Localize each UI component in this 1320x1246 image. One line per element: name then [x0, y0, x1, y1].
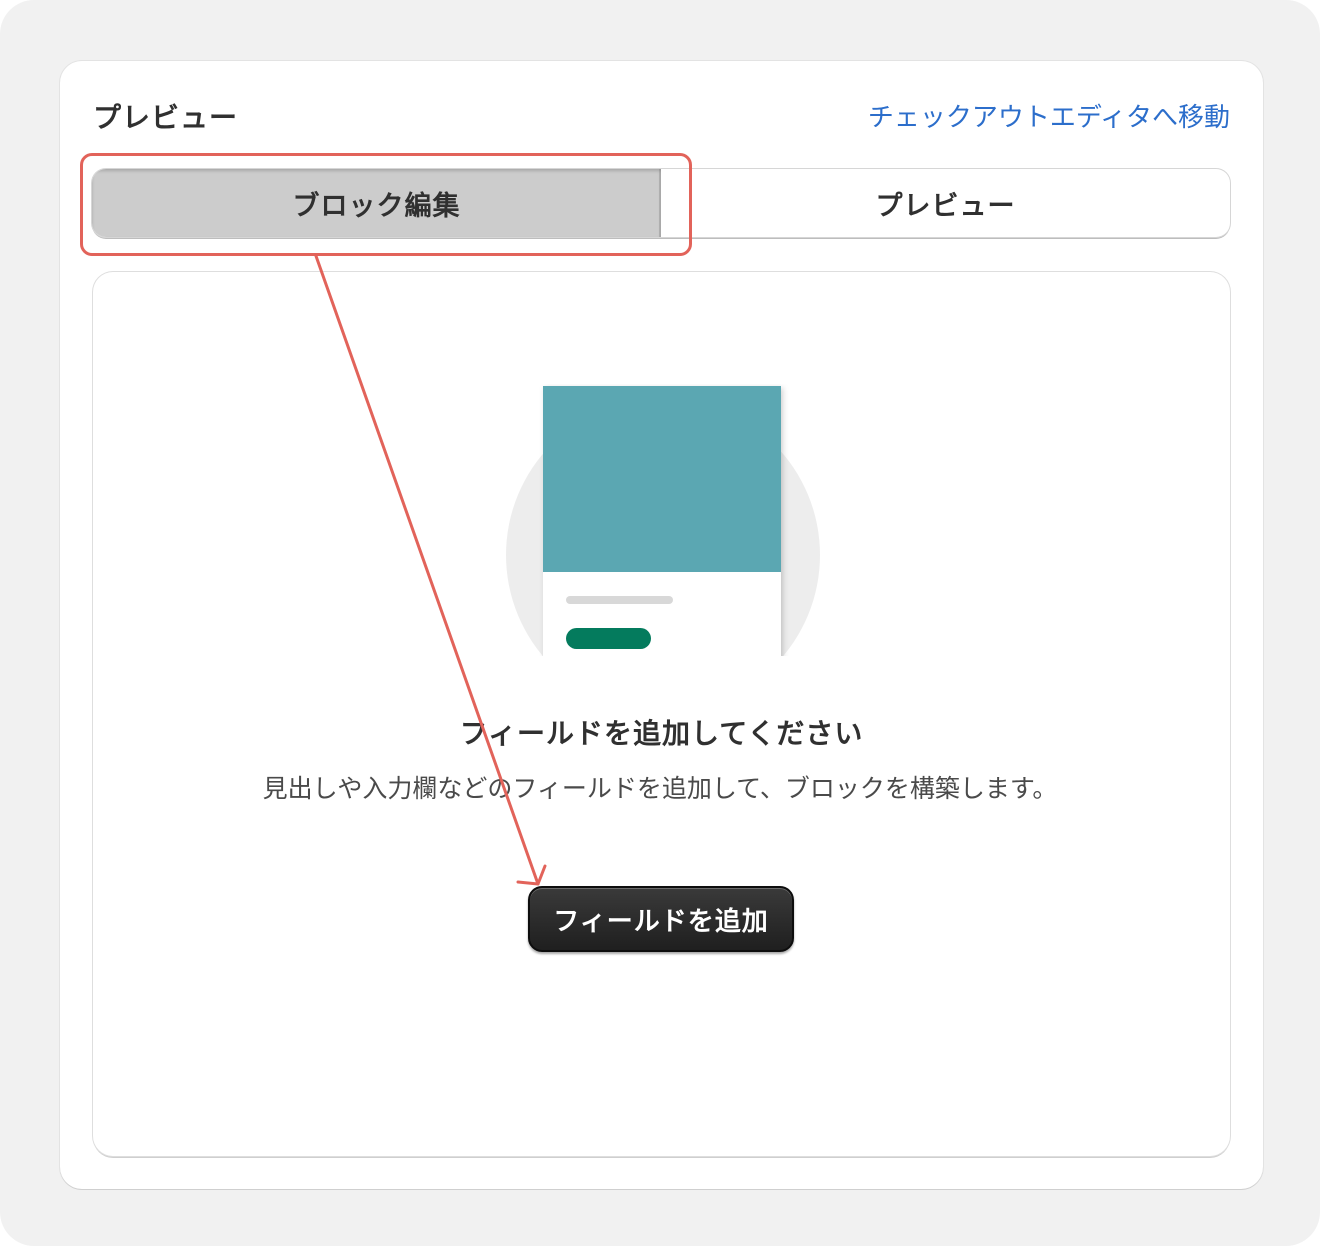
- illustration-button: [566, 628, 651, 649]
- empty-state-illustration: [506, 386, 820, 656]
- tab-block-edit[interactable]: ブロック編集: [92, 169, 661, 237]
- card-title: プレビュー: [93, 101, 239, 134]
- empty-state-body: 見出しや入力欄などのフィールドを追加して、ブロックを構築します。: [262, 774, 1058, 803]
- illustration-image: [543, 386, 781, 572]
- empty-state-heading: フィールドを追加してください: [459, 717, 864, 750]
- illustration-text-line: [566, 596, 673, 604]
- add-field-button[interactable]: フィールドを追加: [528, 886, 794, 952]
- tab-label: ブロック編集: [292, 190, 461, 222]
- add-field-button-label: フィールドを追加: [553, 906, 769, 937]
- tab-preview[interactable]: プレビュー: [661, 169, 1230, 237]
- tab-label: プレビュー: [875, 190, 1016, 222]
- checkout-editor-link[interactable]: チェックアウトエディタへ移動: [868, 97, 1230, 134]
- mode-tabs: ブロック編集 プレビュー: [92, 169, 1230, 237]
